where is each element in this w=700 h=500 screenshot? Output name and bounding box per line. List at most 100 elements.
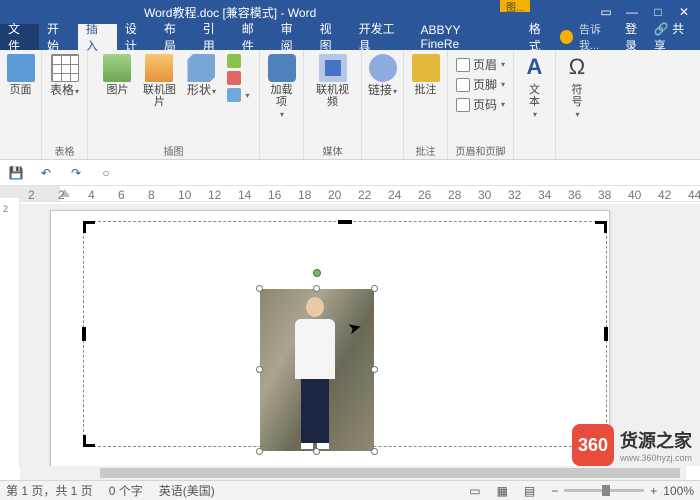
shapes-button[interactable]: 形状▾ — [181, 54, 221, 108]
ruler-horizontal[interactable]: 2246810121416182022242628303234363840424… — [20, 186, 700, 202]
crop-mid-top-icon[interactable] — [338, 220, 352, 224]
scrollbar-horizontal[interactable] — [20, 466, 686, 480]
group-label-headerfooter: 页眉和页脚 — [448, 143, 513, 158]
status-page[interactable]: 第 1 页，共 1 页 — [6, 482, 93, 499]
tab-review[interactable]: 审阅 — [273, 24, 312, 50]
save-icon[interactable]: 💾 — [8, 165, 24, 181]
ruler-tick: 40 — [628, 188, 641, 202]
tab-references[interactable]: 引用 — [195, 24, 234, 50]
quick-access-toolbar: 💾 ↶ ↷ ○ — [0, 160, 700, 186]
view-web-icon[interactable]: ▤ — [524, 484, 535, 498]
resize-handle-bm-icon[interactable] — [313, 448, 320, 455]
record-icon[interactable]: ○ — [98, 165, 114, 181]
pictures-button[interactable]: 图片 — [97, 54, 137, 108]
ruler-tick: 30 — [478, 188, 491, 202]
watermark-badge: 360 — [572, 424, 614, 466]
addins-button[interactable]: 加载 项▾ — [262, 54, 302, 119]
crop-corner-bl-icon[interactable] — [83, 435, 95, 447]
shapes-icon — [187, 54, 215, 82]
ruler-tick: 24 — [388, 188, 401, 202]
crop-mid-right-icon[interactable] — [604, 327, 608, 341]
crop-mid-left-icon[interactable] — [82, 327, 86, 341]
signin-link[interactable]: 登录 — [625, 20, 648, 54]
tab-abbyy[interactable]: ABBYY FineRe — [412, 24, 506, 50]
watermark-url: www.360hyzj.com — [620, 453, 692, 463]
tab-design[interactable]: 设计 — [117, 24, 156, 50]
ruler-tick: 10 — [178, 188, 191, 202]
undo-icon[interactable]: ↶ — [38, 165, 54, 181]
tellme-text[interactable]: 告诉我... — [579, 21, 619, 53]
table-button[interactable]: 表格▾ — [45, 54, 85, 98]
links-icon — [369, 54, 397, 82]
scrollbar-thumb[interactable] — [100, 468, 680, 478]
view-print-icon[interactable]: ▦ — [497, 484, 508, 498]
crop-corner-tl-icon[interactable] — [83, 221, 95, 233]
tab-file[interactable]: 文件 — [0, 24, 39, 50]
ruler-tick: 2 — [28, 188, 35, 202]
status-words[interactable]: 0 个字 — [109, 482, 143, 499]
footer-icon — [456, 78, 470, 92]
group-label-comments: 批注 — [404, 143, 447, 158]
symbol-icon: Ω — [563, 54, 591, 82]
rotate-handle-icon[interactable] — [313, 269, 321, 277]
tab-view[interactable]: 视图 — [312, 24, 351, 50]
resize-handle-tm-icon[interactable] — [313, 285, 320, 292]
tab-home[interactable]: 开始 — [39, 24, 78, 50]
ruler-tick: 6 — [118, 188, 125, 202]
tab-insert[interactable]: 插入 — [78, 24, 117, 50]
watermark: 360 货源之家 www.360hyzj.com — [572, 424, 692, 466]
ruler-tick: 4 — [88, 188, 95, 202]
smartart-button[interactable] — [227, 54, 249, 68]
status-language[interactable]: 英语(美国) — [159, 482, 215, 499]
chart-button[interactable] — [227, 71, 249, 85]
ruler-tick: 16 — [268, 188, 281, 202]
symbol-button[interactable]: Ω 符 号▾ — [557, 54, 597, 119]
footer-button[interactable]: 页脚▾ — [456, 76, 505, 93]
zoom-out-icon[interactable]: − — [551, 484, 558, 498]
resize-handle-lm-icon[interactable] — [256, 366, 263, 373]
links-button[interactable]: 链接▾ — [363, 54, 403, 98]
online-video-button[interactable]: 联机视频 — [313, 54, 353, 108]
resize-handle-tr-icon[interactable] — [371, 285, 378, 292]
screenshot-icon — [227, 88, 241, 102]
tab-format[interactable]: 格式 — [521, 24, 560, 50]
online-pictures-button[interactable]: 联机图片 — [139, 54, 179, 108]
zoom-level[interactable]: 100% — [663, 484, 694, 498]
ruler-tick: 14 — [238, 188, 251, 202]
video-icon — [319, 54, 347, 82]
screenshot-button[interactable]: ▾ — [227, 88, 249, 102]
status-bar: 第 1 页，共 1 页 0 个字 英语(美国) ▭ ▦ ▤ − + 100% — [0, 480, 700, 500]
view-read-icon[interactable]: ▭ — [469, 484, 480, 498]
window-close-icon[interactable]: ✕ — [672, 2, 696, 22]
tab-mailings[interactable]: 邮件 — [234, 24, 273, 50]
window-user-icon[interactable]: ▭ — [594, 2, 618, 22]
pages-button[interactable]: 页面 — [1, 54, 41, 96]
ruler-tick: 26 — [418, 188, 431, 202]
group-label-media: 媒体 — [304, 143, 361, 158]
tellme-bulb-icon — [560, 30, 573, 44]
zoom-slider[interactable] — [564, 489, 644, 492]
redo-icon[interactable]: ↷ — [68, 165, 84, 181]
ruler-tick: 18 — [298, 188, 311, 202]
zoom-in-icon[interactable]: + — [650, 484, 657, 498]
ruler-tick: 20 — [328, 188, 341, 202]
page-icon — [7, 54, 35, 82]
tab-devtools[interactable]: 开发工具 — [351, 24, 413, 50]
ruler-tick: 32 — [508, 188, 521, 202]
ruler-tick: 36 — [568, 188, 581, 202]
crop-corner-tr-icon[interactable] — [595, 221, 607, 233]
resize-handle-rm-icon[interactable] — [371, 366, 378, 373]
resize-handle-bl-icon[interactable] — [256, 448, 263, 455]
textbox-button[interactable]: A 文 本▾ — [515, 54, 555, 119]
window-maximize-icon[interactable]: □ — [646, 2, 670, 22]
ruler-vertical[interactable]: 2 — [0, 186, 20, 466]
share-button[interactable]: 🔗 共享 — [654, 20, 694, 54]
header-button[interactable]: 页眉▾ — [456, 56, 505, 73]
resize-handle-tl-icon[interactable] — [256, 285, 263, 292]
selected-image[interactable] — [260, 289, 374, 451]
tab-layout[interactable]: 布局 — [156, 24, 195, 50]
window-minimize-icon[interactable]: — — [620, 2, 644, 22]
resize-handle-br-icon[interactable] — [371, 448, 378, 455]
pagenum-button[interactable]: 页码▾ — [456, 96, 505, 113]
comment-button[interactable]: 批注 — [406, 54, 446, 96]
